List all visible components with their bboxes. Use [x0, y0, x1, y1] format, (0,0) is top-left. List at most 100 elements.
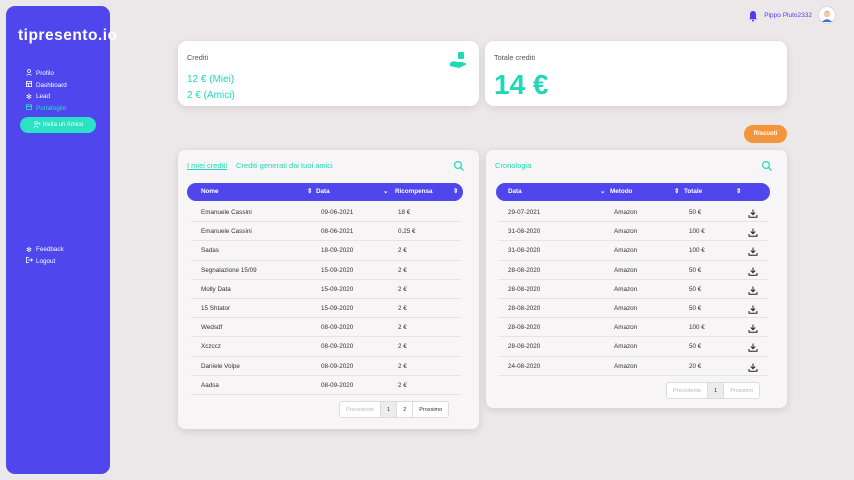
table-row: 28-08-2020 Amazon 50 €: [498, 261, 768, 280]
pagination-next[interactable]: Prossimo: [724, 383, 759, 398]
history-panel: Cronologia Data ⌄ Metodo ⇕ Totale ⇕ 29-0…: [486, 150, 787, 408]
column-header-nome[interactable]: Nome: [201, 188, 219, 195]
invite-friend-label: Invita un Amico: [42, 122, 84, 128]
cell-data: 28-08-2020: [508, 285, 541, 293]
cell-data: 08-09-2020: [321, 381, 354, 389]
pagination-next[interactable]: Prossimo: [413, 402, 448, 417]
cell-totale: 20 €: [689, 362, 702, 370]
column-header-totale[interactable]: Totale: [684, 188, 702, 195]
cell-data: 18-09-2020: [321, 247, 354, 255]
search-icon[interactable]: [761, 159, 773, 171]
sidebar-item-label: Profilo: [36, 70, 54, 78]
cell-totale: 50 €: [689, 304, 702, 312]
cell-totale: 100 €: [689, 228, 705, 236]
table-row: 24-08-2020 Amazon 20 €: [498, 357, 768, 376]
sidebar-item-lead[interactable]: ✻ Lead: [26, 91, 67, 103]
cell-data: 28-08-2020: [508, 304, 541, 312]
column-header-ricompensa[interactable]: Ricompensa: [395, 188, 432, 195]
sort-desc-icon[interactable]: ⌄: [600, 188, 605, 195]
download-icon[interactable]: [748, 228, 758, 237]
table-row: Daniele Volpe 08-09-2020 2 €: [191, 357, 461, 376]
table-row: 28-08-2020 Amazon 50 €: [498, 299, 768, 319]
table-row: Xczccz 08-09-2020 2 €: [191, 337, 461, 357]
cell-metodo: Amazon: [614, 228, 638, 236]
cell-metodo: Amazon: [614, 343, 638, 351]
sidebar-bottom-nav: ✻ Feedback Logout: [26, 244, 64, 267]
username[interactable]: Pippo Pluto2332: [764, 12, 812, 19]
sort-desc-icon[interactable]: ⌄: [383, 188, 388, 195]
avatar[interactable]: [818, 6, 836, 24]
cell-nome: Emanuele Cassini: [201, 209, 252, 216]
credits-friends: 2 € (Amici): [187, 90, 235, 101]
download-icon[interactable]: [748, 324, 758, 333]
bell-icon[interactable]: [748, 9, 758, 22]
cell-totale: 50 €: [689, 266, 702, 274]
app-logo[interactable]: tipresento.io: [18, 27, 118, 45]
user-icon: [26, 69, 36, 78]
cell-data: 08-09-2020: [321, 362, 354, 370]
cell-metodo: Amazon: [614, 324, 638, 332]
download-icon[interactable]: [748, 267, 758, 276]
riscuoti-button[interactable]: Riscuoti: [744, 125, 787, 143]
cell-metodo: Amazon: [614, 362, 638, 370]
sidebar-item-label: Lead: [36, 93, 51, 101]
table-row: 15 Shtator 15-09-2020 2 €: [191, 299, 461, 319]
sort-icon[interactable]: ⇕: [453, 188, 458, 195]
sidebar-item-feedback[interactable]: ✻ Feedback: [26, 244, 64, 256]
table-row: 28-08-2020 Amazon 50 €: [498, 280, 768, 299]
column-header-data[interactable]: Data: [316, 188, 330, 195]
column-header-data[interactable]: Data: [508, 188, 522, 195]
cell-metodo: Amazon: [614, 247, 638, 255]
cell-totale: 50 €: [689, 285, 702, 293]
history-title: Cronologia: [495, 161, 532, 170]
download-icon[interactable]: [748, 209, 758, 218]
cell-metodo: Amazon: [614, 266, 638, 274]
cell-totale: 100 €: [689, 324, 705, 332]
credits-table-header: Nome ⇕ Data ⌄ Ricompensa ⇕: [187, 183, 463, 201]
sidebar-item-portafoglio[interactable]: Portafoglio: [26, 103, 67, 115]
cell-data: 29-07-2021: [508, 209, 541, 216]
table-row: 28-08-2020 Amazon 50 €: [498, 337, 768, 357]
cell-data: 15-09-2020: [321, 266, 354, 274]
cell-ricompensa: 2 €: [398, 247, 407, 255]
cell-metodo: Amazon: [614, 285, 638, 293]
sort-icon[interactable]: ⇕: [736, 188, 741, 195]
sidebar-item-dashboard[interactable]: Dashboard: [26, 80, 67, 92]
cell-nome: Segnalazione 15/09: [201, 266, 257, 274]
cell-nome: 15 Shtator: [201, 304, 231, 312]
history-table-header: Data ⌄ Metodo ⇕ Totale ⇕: [496, 183, 770, 201]
history-pagination: Precedente 1 Prossimo: [666, 382, 761, 399]
cell-data: 28-08-2020: [508, 343, 541, 351]
sort-icon[interactable]: ⇕: [674, 188, 679, 195]
cell-data: 08-09-2020: [321, 343, 354, 351]
download-icon[interactable]: [748, 305, 758, 314]
download-icon[interactable]: [748, 286, 758, 295]
download-icon[interactable]: [748, 363, 758, 372]
table-row: Molly Data 15-09-2020 2 €: [191, 280, 461, 299]
cell-ricompensa: 2 €: [398, 304, 407, 312]
search-icon[interactable]: [453, 159, 465, 171]
cell-ricompensa: 2 €: [398, 343, 407, 351]
cell-ricompensa: 2 €: [398, 266, 407, 274]
download-icon[interactable]: [748, 343, 758, 353]
tab-my-credits[interactable]: I miei crediti: [187, 161, 227, 170]
sidebar-item-profilo[interactable]: Profilo: [26, 68, 67, 80]
sort-icon[interactable]: ⇕: [307, 188, 312, 195]
pagination-page-2[interactable]: 2: [397, 402, 414, 417]
download-icon[interactable]: [748, 247, 758, 257]
pagination-page-1[interactable]: 1: [708, 383, 725, 398]
total-credits-value: 14 €: [494, 69, 549, 100]
pagination-prev[interactable]: Precedente: [340, 402, 382, 417]
pagination-page-1[interactable]: 1: [381, 402, 398, 417]
cell-nome: Emanuele Cassini: [201, 228, 252, 236]
topbar: Pippo Pluto2332: [748, 6, 836, 24]
tab-friends-credits[interactable]: Crediti generati dai tuoi amici: [236, 161, 333, 170]
sidebar-nav: Profilo Dashboard ✻ Lead Portafoglio: [26, 68, 67, 114]
pagination-prev[interactable]: Precedente: [667, 383, 709, 398]
table-row: Sadas 18-09-2020 2 €: [191, 241, 461, 261]
cell-totale: 50 €: [689, 343, 702, 351]
credits-tabs: I miei crediti Crediti generati dai tuoi…: [187, 161, 333, 170]
sidebar-item-logout[interactable]: Logout: [26, 256, 64, 268]
column-header-metodo[interactable]: Metodo: [610, 188, 632, 195]
invite-friend-button[interactable]: Invita un Amico: [20, 117, 96, 133]
